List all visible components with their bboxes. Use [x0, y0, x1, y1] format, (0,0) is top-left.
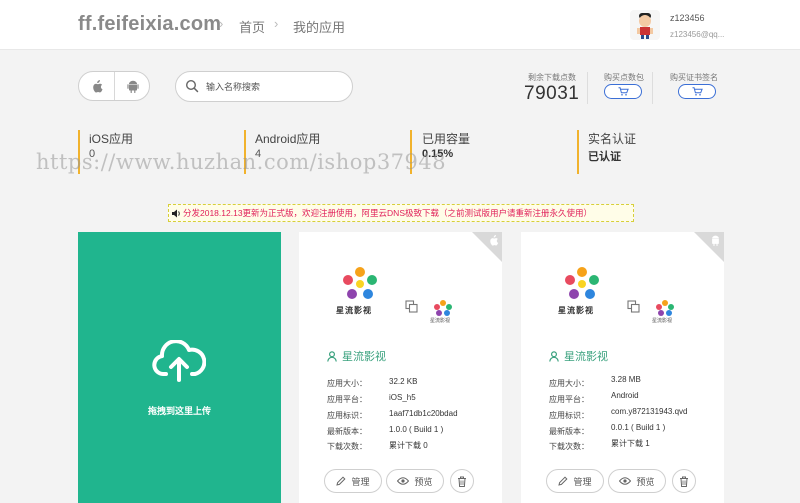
- cloud-upload-icon: [152, 340, 206, 382]
- stat-android-value: 4: [255, 148, 262, 160]
- user-email: z123456@qq...: [670, 30, 725, 39]
- field-value: 累计下载 0: [389, 441, 428, 450]
- field-label: 应用标识：: [327, 411, 367, 420]
- stat-accent-bar: [244, 130, 246, 174]
- edit-icon: [558, 476, 568, 486]
- speaker-icon: [172, 209, 180, 218]
- user-name[interactable]: z123456: [670, 13, 705, 23]
- breadcrumb-my-apps[interactable]: 我的应用: [293, 17, 345, 36]
- app-name[interactable]: 星流影视: [327, 348, 386, 364]
- android-icon: [127, 80, 139, 93]
- trash-icon: [458, 476, 466, 487]
- apple-icon: [93, 79, 103, 93]
- top-header: ff.feifeixia.com › 首页 › 我的应用 z123456 z12…: [0, 0, 800, 50]
- manage-label: 管理: [573, 476, 592, 487]
- qr-caption: 星流影视: [652, 318, 673, 324]
- preview-button[interactable]: 预览: [386, 469, 444, 493]
- field-value: 1aaf71db1c20bdad: [389, 409, 458, 418]
- user-icon: [327, 350, 337, 362]
- buy-points-label: 购买点数包: [604, 73, 644, 82]
- field-label: 应用大小：: [549, 379, 589, 388]
- buy-cert-label: 购买证书签名: [670, 73, 718, 82]
- stat-ios-value: 0: [89, 148, 96, 160]
- breadcrumb-home[interactable]: 首页: [239, 17, 265, 36]
- remaining-points-value: 79031: [524, 83, 580, 104]
- field-value: com.y872131943.qvd: [611, 407, 688, 416]
- stat-accent-bar: [577, 130, 579, 174]
- field-label: 应用平台：: [549, 395, 589, 404]
- preview-label: 预览: [636, 476, 655, 487]
- eye-icon: [619, 477, 632, 485]
- app-name[interactable]: 星流影视: [549, 348, 608, 364]
- buy-cert-button[interactable]: [678, 84, 716, 99]
- notice-text: 分发2018.12.13更新为正式版，欢迎注册使用，阿里云DNS极致下载（之前测…: [183, 208, 592, 218]
- app-card[interactable]: 星流影视 星流影视 星流影视 应用大小： 32.2 KB 应用平台： iOS_h…: [299, 232, 502, 503]
- avatar[interactable]: [630, 10, 660, 40]
- app-logo-text: 星流影视: [336, 306, 372, 315]
- preview-button[interactable]: 预览: [608, 469, 666, 493]
- remaining-points-label: 剩余下载点数: [528, 73, 576, 82]
- field-value: 1.0.0 ( Build 1 ): [389, 425, 444, 434]
- field-value: 0.0.1 ( Build 1 ): [611, 423, 666, 432]
- stat-ios-label: iOS应用: [89, 132, 134, 146]
- buy-points-button[interactable]: [604, 84, 642, 99]
- copy-icon: [405, 300, 418, 313]
- divider: [587, 72, 588, 104]
- field-label: 应用平台：: [327, 395, 367, 404]
- stat-storage-value: 0.15%: [422, 148, 454, 160]
- delete-button[interactable]: [450, 469, 474, 493]
- stat-verify-value: 已认证: [588, 151, 621, 163]
- android-filter-button[interactable]: [115, 72, 151, 100]
- field-label: 下载次数：: [327, 442, 367, 451]
- app-logo-text: 星流影视: [558, 306, 594, 315]
- upload-dropzone[interactable]: 拖拽到这里上传: [78, 232, 281, 503]
- android-icon: [712, 235, 719, 246]
- edit-icon: [336, 476, 346, 486]
- stat-accent-bar: [78, 130, 80, 174]
- manage-label: 管理: [351, 476, 370, 487]
- eye-icon: [397, 477, 410, 485]
- field-label: 下载次数：: [549, 442, 589, 451]
- cart-icon: [618, 87, 629, 96]
- field-value: 3.28 MB: [611, 375, 641, 384]
- manage-button[interactable]: 管理: [324, 469, 382, 493]
- field-label: 应用标识：: [549, 411, 589, 420]
- cart-icon: [692, 87, 703, 96]
- field-label: 最新版本：: [549, 427, 589, 436]
- upload-label: 拖拽到这里上传: [147, 406, 211, 416]
- notice-banner: 分发2018.12.13更新为正式版，欢迎注册使用，阿里云DNS极致下载（之前测…: [168, 204, 634, 222]
- platform-filter-toggle: [78, 71, 150, 101]
- field-value: Android: [611, 391, 639, 400]
- preview-label: 预览: [414, 476, 433, 487]
- stat-android-label: Android应用: [255, 132, 321, 146]
- search-input[interactable]: [206, 77, 346, 97]
- divider: [652, 72, 653, 104]
- watermark-text: https://www.huzhan.com/ishop37948: [36, 150, 447, 174]
- chevron-right-icon: ›: [274, 16, 279, 31]
- field-value: 累计下载 1: [611, 439, 650, 448]
- field-value: iOS_h5: [389, 393, 416, 402]
- qr-caption: 星流影视: [430, 318, 451, 324]
- app-name-text: 星流影视: [564, 351, 608, 363]
- user-icon: [549, 350, 559, 362]
- manage-button[interactable]: 管理: [546, 469, 604, 493]
- search-box: [175, 71, 353, 102]
- stat-accent-bar: [410, 130, 412, 174]
- site-logo[interactable]: ff.feifeixia.com: [78, 13, 221, 36]
- stat-verify-label: 实名认证: [588, 132, 637, 146]
- field-label: 最新版本：: [327, 427, 367, 436]
- field-label: 应用大小：: [327, 379, 367, 388]
- delete-button[interactable]: [672, 469, 696, 493]
- app-name-text: 星流影视: [342, 351, 386, 363]
- apple-filter-button[interactable]: [79, 72, 115, 100]
- chevron-right-icon: ›: [219, 16, 224, 31]
- apple-icon: [490, 235, 499, 246]
- copy-icon: [627, 300, 640, 313]
- app-card[interactable]: 星流影视 星流影视 星流影视 应用大小： 3.28 MB 应用平台： Andro…: [521, 232, 724, 503]
- search-icon: [185, 79, 199, 93]
- stat-storage-label: 已用容量: [422, 132, 471, 146]
- field-value: 32.2 KB: [389, 377, 418, 386]
- trash-icon: [680, 476, 688, 487]
